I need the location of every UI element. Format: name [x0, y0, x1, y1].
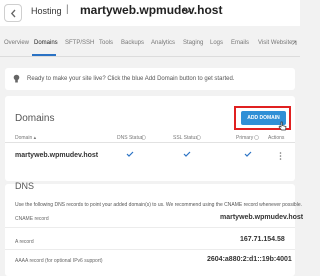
- info-icon: [196, 135, 201, 140]
- tab-domains[interactable]: Domains: [34, 40, 58, 46]
- tab-sftp-ssh[interactable]: SFTP/SSH: [65, 40, 94, 46]
- column-dns-status: DNS Status: [117, 135, 144, 141]
- hand-cursor-icon: [278, 121, 287, 131]
- tab-backups[interactable]: Backups: [121, 40, 144, 46]
- more-options-icon[interactable]: [279, 152, 282, 160]
- dns-title: DNS: [15, 181, 35, 191]
- dns-check-icon: [126, 151, 134, 157]
- breadcrumb-hosting[interactable]: Hosting: [31, 6, 62, 16]
- tab-overview[interactable]: Overview: [4, 40, 29, 46]
- a-record-label: A record: [15, 239, 34, 245]
- column-domain[interactable]: Domain ▴: [15, 135, 36, 141]
- domains-title: Domains: [15, 113, 55, 124]
- record-divider: [5, 227, 295, 228]
- dns-description: Use the following DNS records to point y…: [15, 202, 302, 208]
- breadcrumb-separator: |: [66, 4, 69, 15]
- aaaa-record-value: 2604:a880:2:d1::19b:4001: [207, 256, 292, 263]
- table-divider: [5, 142, 295, 143]
- top-bar: Hosting | martyweb.wpmudev.host: [0, 0, 300, 26]
- domain-row-name: martyweb.wpmudev.host: [15, 152, 99, 159]
- tab-logs[interactable]: Logs: [210, 40, 223, 46]
- column-ssl-status: SSL Status: [173, 135, 198, 141]
- column-primary: Primary: [236, 135, 254, 141]
- aaaa-record-label: AAAA record (for optional IPv6 support): [15, 258, 103, 264]
- tab-tools[interactable]: Tools: [99, 40, 113, 46]
- ssl-check-icon: [183, 151, 191, 157]
- info-icon: [254, 135, 259, 140]
- chevron-down-icon[interactable]: [183, 8, 192, 14]
- notice-text: Ready to make your site live? Click the …: [27, 76, 235, 82]
- chevron-left-icon: [10, 9, 16, 18]
- lightbulb-icon: [13, 74, 20, 83]
- cname-record-value: martyweb.wpmudev.host: [220, 214, 304, 221]
- back-button[interactable]: [4, 4, 22, 22]
- tab-visit-website[interactable]: Visit Website: [258, 40, 292, 46]
- tab-staging[interactable]: Staging: [183, 40, 203, 46]
- site-name: martyweb.wpmudev.host: [80, 3, 223, 17]
- column-actions: Actions: [268, 135, 285, 141]
- tab-analytics[interactable]: Analytics: [151, 40, 175, 46]
- primary-check-icon: [244, 151, 252, 157]
- a-record-value: 167.71.154.58: [240, 236, 285, 243]
- cname-record-label: CNAME record: [15, 216, 49, 222]
- record-divider: [5, 249, 295, 250]
- site-tabs: Overview Domains SFTP/SSH Tools Backups …: [0, 34, 300, 54]
- info-icon: [141, 135, 146, 140]
- external-link-icon[interactable]: [291, 40, 297, 46]
- tab-emails[interactable]: Emails: [231, 40, 249, 46]
- tabs-divider: [0, 56, 300, 57]
